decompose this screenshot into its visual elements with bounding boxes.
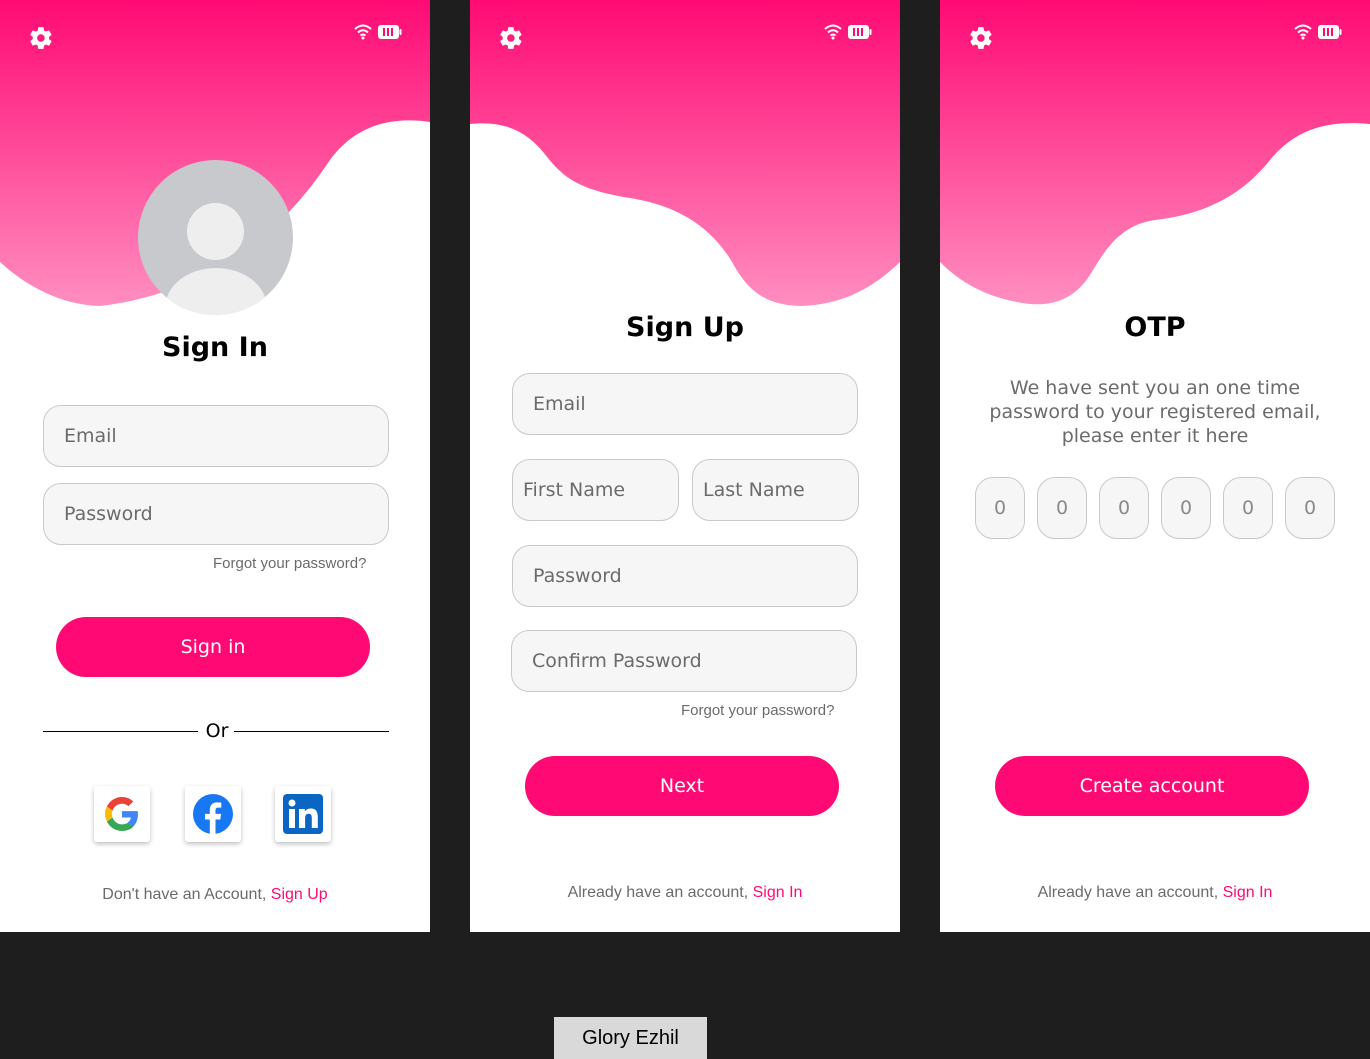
password-field[interactable]: Password <box>43 483 389 545</box>
create-account-button[interactable]: Create account <box>995 756 1309 816</box>
signup-prompt-text: Don't have an Account, <box>102 886 271 903</box>
wifi-icon <box>824 24 842 40</box>
forgot-password-link[interactable]: Forgot your password? <box>681 702 834 719</box>
signin-prompt-text: Already have an account, <box>1037 884 1223 901</box>
email-field[interactable]: Email <box>512 373 858 435</box>
sign-in-link[interactable]: Sign In <box>753 884 803 901</box>
signin-prompt-text: Already have an account, <box>567 884 753 901</box>
otp-digit-4[interactable]: 0 <box>1161 477 1211 539</box>
sign-in-button[interactable]: Sign in <box>56 617 370 677</box>
linkedin-icon <box>283 794 323 834</box>
last-name-field[interactable]: Last Name <box>692 459 859 521</box>
email-field[interactable]: Email <box>43 405 389 467</box>
email-placeholder: Email <box>533 393 586 415</box>
page-title: Sign Up <box>626 312 744 343</box>
gear-icon[interactable] <box>28 25 54 51</box>
otp-digit-3[interactable]: 0 <box>1099 477 1149 539</box>
next-button[interactable]: Next <box>525 756 839 816</box>
first-name-field[interactable]: First Name <box>512 459 679 521</box>
status-bar <box>354 24 402 40</box>
confirm-password-placeholder: Confirm Password <box>532 650 702 672</box>
battery-icon <box>1318 25 1342 39</box>
otp-digit-2[interactable]: 0 <box>1037 477 1087 539</box>
facebook-button[interactable] <box>185 786 241 842</box>
google-icon <box>105 797 138 831</box>
otp-digit-5[interactable]: 0 <box>1223 477 1273 539</box>
header-wave <box>940 0 1370 305</box>
avatar-body <box>165 268 267 315</box>
forgot-password-link[interactable]: Forgot your password? <box>213 555 366 572</box>
signin-prompt: Already have an account, Sign In <box>470 884 900 902</box>
password-placeholder: Password <box>533 565 622 587</box>
or-divider: Or <box>43 720 389 744</box>
password-placeholder: Password <box>64 503 153 525</box>
password-field[interactable]: Password <box>512 545 858 607</box>
gear-icon[interactable] <box>498 25 524 51</box>
divider-line-left <box>43 731 198 732</box>
facebook-icon <box>193 794 233 834</box>
signup-screen: Sign Up Email First Name Last Name Passw… <box>470 0 900 932</box>
wifi-icon <box>354 24 372 40</box>
wifi-icon <box>1294 24 1312 40</box>
author-credit: Glory Ezhil <box>554 1017 707 1059</box>
signin-prompt: Already have an account, Sign In <box>940 884 1370 902</box>
divider-line-right <box>234 731 389 732</box>
header-wave <box>470 0 900 306</box>
page-title: Sign In <box>162 332 268 363</box>
last-name-placeholder: Last Name <box>703 479 805 501</box>
otp-message: We have sent you an one time password to… <box>989 377 1321 447</box>
battery-icon <box>848 25 872 39</box>
sign-in-link[interactable]: Sign In <box>1223 884 1273 901</box>
otp-digit-1[interactable]: 0 <box>975 477 1025 539</box>
email-placeholder: Email <box>64 425 117 447</box>
signup-prompt: Don't have an Account, Sign Up <box>0 886 430 904</box>
gear-icon[interactable] <box>968 25 994 51</box>
avatar[interactable] <box>138 160 293 315</box>
status-bar <box>1294 24 1342 40</box>
google-button[interactable] <box>94 786 150 842</box>
otp-screen: OTP We have sent you an one time passwor… <box>940 0 1370 932</box>
first-name-placeholder: First Name <box>523 479 626 501</box>
or-label: Or <box>205 720 229 742</box>
avatar-head <box>187 203 244 260</box>
sign-up-link[interactable]: Sign Up <box>271 886 328 903</box>
otp-digit-6[interactable]: 0 <box>1285 477 1335 539</box>
page-title: OTP <box>1124 312 1186 343</box>
battery-icon <box>378 25 402 39</box>
confirm-password-field[interactable]: Confirm Password <box>511 630 857 692</box>
linkedin-button[interactable] <box>275 786 331 842</box>
status-bar <box>824 24 872 40</box>
signin-screen: Sign In Email Password Forgot your passw… <box>0 0 430 932</box>
